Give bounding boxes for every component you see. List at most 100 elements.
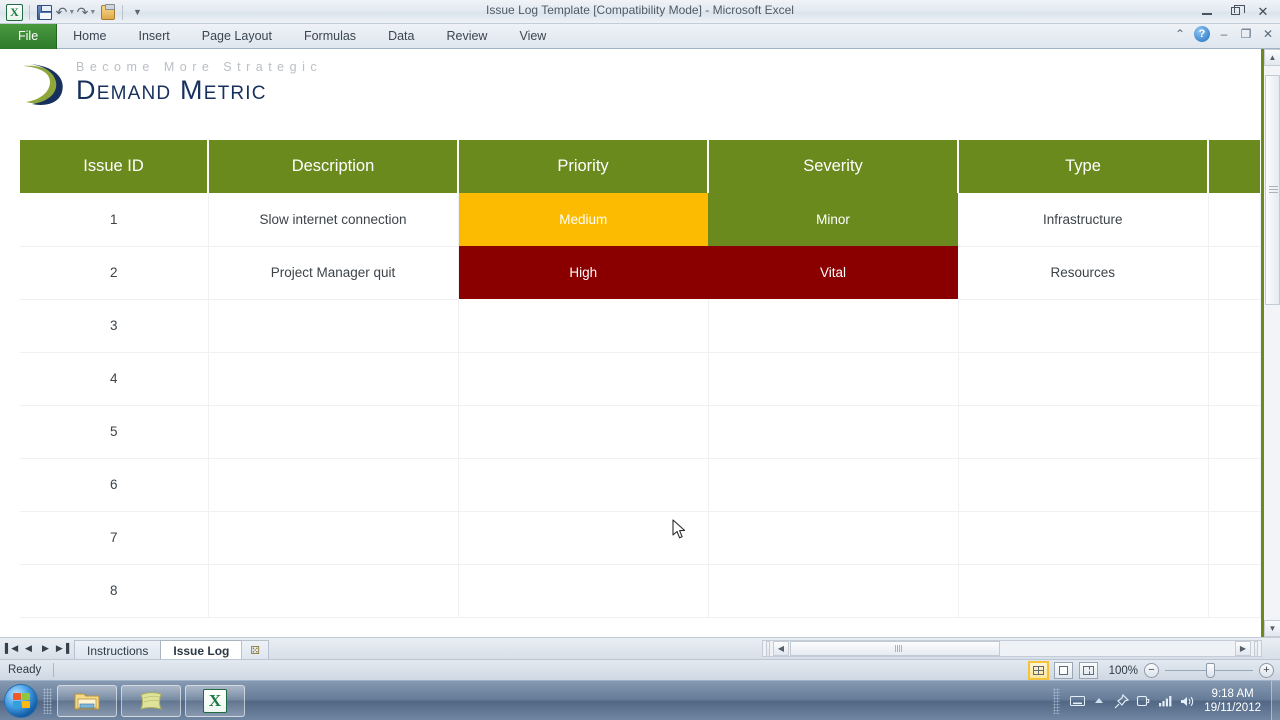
close-button[interactable]: ✕ bbox=[1250, 2, 1276, 20]
vertical-scrollbar-thumb[interactable] bbox=[1265, 75, 1280, 305]
cell-description[interactable]: Project Manager quit bbox=[208, 246, 459, 300]
tab-home[interactable]: Home bbox=[57, 24, 122, 49]
cell-priority[interactable] bbox=[458, 405, 709, 459]
page-break-preview-button[interactable] bbox=[1079, 662, 1098, 679]
cell-description[interactable] bbox=[208, 458, 459, 512]
restore-button[interactable] bbox=[1222, 2, 1248, 20]
cell-type[interactable] bbox=[958, 511, 1209, 565]
tab-file[interactable]: File bbox=[0, 24, 58, 49]
cell-issue-id[interactable]: 6 bbox=[20, 458, 209, 512]
cell-description[interactable] bbox=[208, 564, 459, 618]
cell-severity[interactable]: Vital bbox=[708, 246, 958, 299]
scroll-left-icon[interactable]: ◀ bbox=[773, 641, 789, 656]
network-signal-icon[interactable] bbox=[1154, 689, 1176, 713]
cell-description[interactable] bbox=[208, 405, 459, 459]
taskbar-excel[interactable]: X bbox=[185, 684, 245, 717]
insert-worksheet-icon[interactable]: ⚄ bbox=[241, 639, 269, 660]
cell-extra[interactable] bbox=[1208, 246, 1261, 300]
cell-issue-id[interactable]: 1 bbox=[20, 193, 209, 247]
sheet-tab-issue-log[interactable]: Issue Log bbox=[160, 639, 243, 660]
zoom-slider[interactable] bbox=[1165, 663, 1253, 678]
cell-description[interactable] bbox=[208, 511, 459, 565]
cell-type[interactable] bbox=[958, 564, 1209, 618]
show-desktop-button[interactable] bbox=[1271, 681, 1280, 720]
workbook-restore-icon[interactable]: ❐ bbox=[1238, 27, 1254, 41]
last-sheet-button[interactable]: ▶▐ bbox=[55, 641, 70, 657]
cell-issue-id[interactable]: 3 bbox=[20, 299, 209, 353]
minimize-ribbon-icon[interactable]: ⌃ bbox=[1172, 27, 1188, 41]
cell-type[interactable] bbox=[958, 352, 1209, 406]
page-layout-view-button[interactable] bbox=[1054, 662, 1073, 679]
minimize-button[interactable] bbox=[1194, 2, 1220, 20]
cell-type[interactable]: Resources bbox=[958, 246, 1209, 300]
cell-extra[interactable] bbox=[1208, 511, 1261, 565]
scroll-down-icon[interactable]: ▼ bbox=[1264, 620, 1280, 637]
sheet-tab-instructions[interactable]: Instructions bbox=[74, 639, 162, 660]
cell-issue-id[interactable]: 4 bbox=[20, 352, 209, 406]
column-header-description[interactable]: Description bbox=[208, 140, 459, 193]
tab-split-handle[interactable] bbox=[766, 640, 770, 657]
column-header-priority[interactable]: Priority bbox=[458, 140, 709, 193]
taskbar-clock[interactable]: 9:18 AM 19/11/2012 bbox=[1198, 687, 1271, 715]
cell-extra[interactable] bbox=[1208, 458, 1261, 512]
column-header-extra[interactable] bbox=[1208, 140, 1260, 193]
cell-description[interactable] bbox=[208, 299, 459, 353]
tab-view[interactable]: View bbox=[503, 24, 562, 49]
horizontal-scrollbar[interactable]: ◀ ▶ bbox=[762, 640, 1262, 657]
cell-severity[interactable] bbox=[708, 405, 959, 459]
cell-extra[interactable] bbox=[1208, 193, 1261, 247]
zoom-out-button[interactable]: − bbox=[1144, 663, 1159, 678]
zoom-in-button[interactable]: + bbox=[1259, 663, 1274, 678]
scroll-right-icon[interactable]: ▶ bbox=[1235, 641, 1251, 656]
cell-issue-id[interactable]: 8 bbox=[20, 564, 209, 618]
volume-icon[interactable] bbox=[1176, 689, 1198, 713]
cell-extra[interactable] bbox=[1208, 299, 1261, 353]
horizontal-scrollbar-thumb[interactable] bbox=[790, 641, 1000, 656]
cell-severity[interactable]: Minor bbox=[708, 193, 958, 246]
tab-page-layout[interactable]: Page Layout bbox=[186, 24, 288, 49]
worksheet-area[interactable]: Become More Strategic Demand Metric Issu… bbox=[0, 49, 1280, 637]
cell-priority[interactable] bbox=[458, 299, 709, 353]
column-header-severity[interactable]: Severity bbox=[708, 140, 959, 193]
cell-severity[interactable] bbox=[708, 299, 959, 353]
next-sheet-button[interactable]: ▶ bbox=[38, 641, 53, 657]
cell-extra[interactable] bbox=[1208, 352, 1261, 406]
cell-type[interactable] bbox=[958, 299, 1209, 353]
taskbar-windows-explorer[interactable] bbox=[57, 684, 117, 717]
cell-issue-id[interactable]: 7 bbox=[20, 511, 209, 565]
cell-priority[interactable] bbox=[458, 511, 709, 565]
zoom-level[interactable]: 100% bbox=[1104, 665, 1138, 677]
cell-priority[interactable]: Medium bbox=[458, 193, 708, 246]
workbook-minimize-icon[interactable]: – bbox=[1216, 27, 1232, 41]
power-plug-icon[interactable] bbox=[1132, 689, 1154, 713]
cell-priority[interactable]: High bbox=[458, 246, 708, 299]
cell-issue-id[interactable]: 5 bbox=[20, 405, 209, 459]
vertical-scrollbar[interactable]: ▲ ▼ bbox=[1261, 49, 1280, 637]
keyboard-icon[interactable] bbox=[1066, 689, 1088, 713]
help-icon[interactable]: ? bbox=[1194, 26, 1210, 42]
cell-extra[interactable] bbox=[1208, 564, 1261, 618]
cell-issue-id[interactable]: 2 bbox=[20, 246, 209, 300]
normal-view-button[interactable] bbox=[1028, 661, 1049, 680]
cell-severity[interactable] bbox=[708, 511, 959, 565]
cell-priority[interactable] bbox=[458, 458, 709, 512]
tab-formulas[interactable]: Formulas bbox=[288, 24, 372, 49]
previous-sheet-button[interactable]: ◀ bbox=[21, 641, 36, 657]
cell-priority[interactable] bbox=[458, 352, 709, 406]
workbook-close-icon[interactable]: ✕ bbox=[1260, 27, 1276, 41]
pin-icon[interactable] bbox=[1110, 689, 1132, 713]
tab-data[interactable]: Data bbox=[372, 24, 430, 49]
cell-type[interactable]: Infrastructure bbox=[958, 193, 1209, 247]
cell-severity[interactable] bbox=[708, 458, 959, 512]
cell-extra[interactable] bbox=[1208, 405, 1261, 459]
cell-type[interactable] bbox=[958, 458, 1209, 512]
column-header-type[interactable]: Type bbox=[958, 140, 1209, 193]
zoom-slider-thumb[interactable] bbox=[1206, 663, 1215, 678]
scroll-split-handle[interactable] bbox=[1254, 640, 1258, 657]
cell-severity[interactable] bbox=[708, 352, 959, 406]
cell-severity[interactable] bbox=[708, 564, 959, 618]
cell-priority[interactable] bbox=[458, 564, 709, 618]
first-sheet-button[interactable]: ▌◀ bbox=[4, 641, 19, 657]
column-header-issue-id[interactable]: Issue ID bbox=[20, 140, 209, 193]
start-button[interactable] bbox=[4, 683, 38, 718]
